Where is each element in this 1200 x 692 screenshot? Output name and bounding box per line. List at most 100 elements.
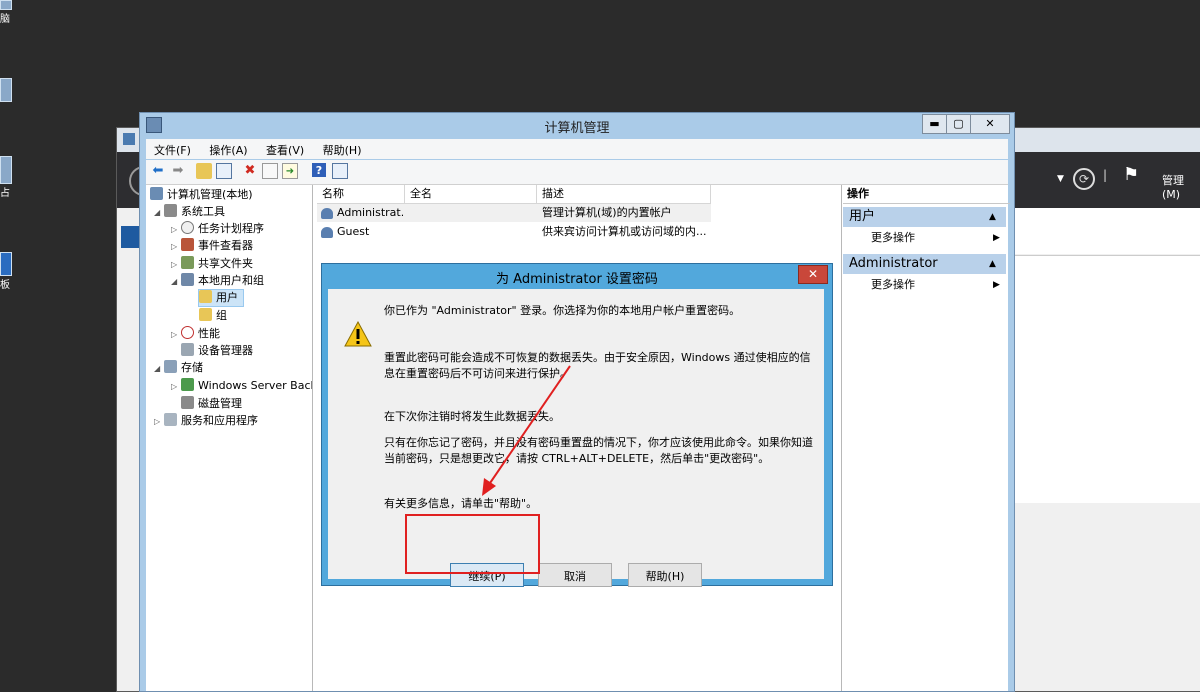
dialog-body: 你已作为 "Administrator" 登录。你选择为你的本地用户帐户重置密码… [328,289,824,587]
tool-icon [0,156,12,184]
help-icon[interactable]: ? [312,163,326,177]
dialog-text-3: 在下次你注销时将发生此数据丢失。 [384,410,560,423]
collapse-arrow-icon[interactable]: ▲ [989,207,996,227]
tree-item-root[interactable]: 计算机管理(本地) [150,186,253,203]
manage-menu[interactable]: 管理(M) [1162,172,1200,201]
close-button[interactable]: ✕ [970,114,1010,134]
tree-item-groups[interactable]: 组 [199,307,227,324]
folder-icon [199,290,212,303]
dialog-text-4: 只有在你忘记了密码，并且没有密码重置盘的情况下，你才应该使用此命令。如果你知道当… [384,436,813,465]
expanded-triangle-icon[interactable]: ◢ [171,273,181,290]
clock-icon [181,221,194,234]
background-header-area [1015,208,1200,254]
flag-icon[interactable]: ⚑ [1123,164,1139,185]
column-header-name[interactable]: 名称 [317,185,405,204]
device-manager-icon [181,343,194,356]
cell-description: 管理计算机(域)的内置帐户 [542,206,672,219]
computer-icon [0,0,12,10]
minimize-button[interactable]: ▬ [922,114,947,134]
menu-view[interactable]: 查看(V) [258,139,311,158]
tree-item-windows-server-backup[interactable]: ▷ Windows Server Back [171,377,312,395]
tree-item-users[interactable]: 用户 [198,289,244,307]
dialog-text-2: 重置此密码可能会造成不可恢复的数据丢失。由于安全原因，Windows 通过使相应… [384,351,811,380]
actions-section-administrator[interactable]: Administrator ▲ [843,254,1006,274]
desktop-icon-panel[interactable]: 板 [0,252,12,291]
user-icon [321,208,333,219]
tree-item-services-apps[interactable]: ▷ 服务和应用程序 [154,412,258,429]
control-panel-icon [0,252,12,276]
collapsed-triangle-icon[interactable]: ▷ [154,413,164,430]
desktop-icon-label: 占 [0,188,10,199]
expanded-triangle-icon[interactable]: ◢ [154,360,164,377]
cell-name: Administrat... [337,206,403,219]
performance-icon [181,326,194,339]
tree-item-device-manager[interactable]: 设备管理器 [181,342,253,359]
tree-item-disk-management[interactable]: 磁盘管理 [181,395,242,412]
disk-icon [181,396,194,409]
recycle-bin-icon [0,78,12,102]
tree-label: 系统工具 [181,205,225,218]
collapsed-triangle-icon[interactable]: ▷ [171,326,181,343]
separator: | [1103,168,1108,182]
menu-action[interactable]: 操作(A) [201,139,254,158]
tree-item-performance[interactable]: ▷ 性能 [171,325,220,342]
export-icon[interactable]: ➜ [282,163,298,179]
forward-arrow-icon[interactable]: ➡ [170,163,186,179]
tree-item-system-tools[interactable]: ◢ 系统工具 [154,203,225,220]
tree-label: 性能 [198,327,220,340]
menu-help[interactable]: 帮助(H) [315,139,369,158]
dialog-title: 为 Administrator 设置密码 [496,272,658,287]
navigation-tree: 计算机管理(本地) ◢ 系统工具 ▷ 任务计划程序 ▷ 事件查看器 ▷ 共享文件夹 ◢ 本… [146,185,313,691]
tree-item-local-users-groups[interactable]: ◢ 本地用户和组 [171,272,264,289]
table-row[interactable]: Administrat... 管理计算机(域)的内置帐户 [317,204,711,222]
show-hide-tree-icon[interactable] [216,163,232,179]
menu-file[interactable]: 文件(F) [146,139,198,158]
collapsed-triangle-icon[interactable]: ▷ [171,378,181,395]
properties-icon[interactable] [262,163,278,179]
more-actions-users[interactable]: 更多操作 ▶ [843,229,1003,247]
action-label: 更多操作 [871,231,915,244]
collapsed-triangle-icon[interactable]: ▷ [171,256,181,273]
maximize-button[interactable]: ▢ [946,114,971,134]
cancel-button[interactable]: 取消 [538,563,612,587]
desktop-icon-label: 板 [0,280,10,291]
up-folder-icon[interactable] [196,163,212,179]
tree-item-shared-folders[interactable]: ▷ 共享文件夹 [171,255,253,272]
tree-item-task-scheduler[interactable]: ▷ 任务计划程序 [171,220,264,237]
annotation-highlight-box [405,514,540,574]
collapsed-triangle-icon[interactable]: ▷ [171,221,181,238]
shared-folder-icon [181,256,194,269]
tree-label: 本地用户和组 [198,274,264,287]
table-row[interactable]: Guest 供来宾访问计算机或访问域的内... [317,223,711,241]
services-icon [164,413,177,426]
console-icon[interactable] [332,163,348,179]
tree-item-event-viewer[interactable]: ▷ 事件查看器 [171,237,253,254]
tree-item-storage[interactable]: ◢ 存储 [154,359,203,376]
dropdown-arrow-icon[interactable]: ▼ [1057,174,1064,184]
tree-label: 设备管理器 [198,344,253,357]
back-arrow-icon[interactable]: ⬅ [150,163,166,179]
tree-label: 事件查看器 [198,239,253,252]
refresh-icon[interactable]: ⟳ [1073,168,1095,190]
menu-bar: 文件(F) 操作(A) 查看(V) 帮助(H) [146,139,1008,159]
collapsed-triangle-icon[interactable]: ▷ [171,238,181,255]
expanded-triangle-icon[interactable]: ◢ [154,204,164,221]
collapse-arrow-icon[interactable]: ▲ [989,254,996,274]
more-actions-administrator[interactable]: 更多操作 ▶ [843,276,1003,294]
tools-icon [164,204,177,217]
desktop-icon-recycle[interactable] [0,78,12,102]
dialog-close-button[interactable]: ✕ [798,265,828,284]
delete-icon[interactable]: ✖ [242,163,258,179]
set-password-dialog: 为 Administrator 设置密码 ✕ 你已作为 "Administrat… [321,263,833,587]
desktop-icon-computer[interactable]: 脑 [0,0,12,25]
cell-description: 供来宾访问计算机或访问域的内... [542,225,707,238]
help-button[interactable]: 帮助(H) [628,563,702,587]
cell-name: Guest [337,225,370,238]
column-header-fullname[interactable]: 全名 [405,185,537,204]
tree-label: 服务和应用程序 [181,414,258,427]
desktop-icon-label: 脑 [0,14,10,25]
desktop-icon-tool[interactable]: 占 [0,156,12,199]
actions-section-users[interactable]: 用户 ▲ [843,207,1006,227]
users-group-icon [181,273,194,286]
column-header-description[interactable]: 描述 [537,185,711,204]
